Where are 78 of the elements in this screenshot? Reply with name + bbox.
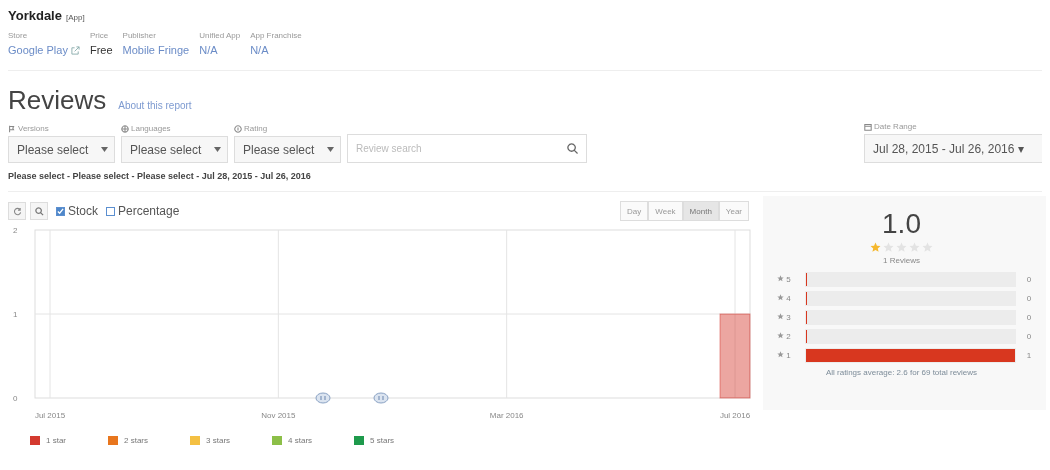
filter-dropdown[interactable]: Please select bbox=[8, 136, 115, 163]
star-icon bbox=[777, 294, 784, 301]
rating-level-label: 3 bbox=[786, 313, 791, 322]
period-tab[interactable]: Month bbox=[682, 201, 719, 221]
checkbox-label: Percentage bbox=[118, 204, 180, 218]
date-range-dropdown[interactable]: Jul 28, 2015 - Jul 26, 2016 ▾ bbox=[864, 134, 1042, 163]
filter-label: Date Range bbox=[874, 122, 917, 131]
about-report-link[interactable]: About this report bbox=[118, 100, 192, 111]
meta-link[interactable]: N/A bbox=[250, 44, 269, 56]
app-title: Yorkdale bbox=[8, 8, 62, 23]
rating-icon bbox=[234, 124, 242, 133]
search-field[interactable]: Review search bbox=[347, 134, 587, 163]
checkbox-label: Stock bbox=[68, 204, 98, 218]
meta-label: Store bbox=[8, 31, 29, 40]
filter-summary: Please select - Please select - Please select - Jul 28, 2015 - Jul 26, 2016 bbox=[8, 171, 1042, 192]
legend-label: 5 stars bbox=[370, 436, 395, 445]
meta-link[interactable]: Google Play bbox=[8, 44, 68, 56]
meta-label: Price bbox=[89, 31, 110, 40]
rating-level-label: 5 bbox=[786, 275, 791, 284]
caret-icon bbox=[101, 147, 108, 152]
filter-label: Languages bbox=[131, 124, 171, 133]
checkbox[interactable] bbox=[106, 206, 115, 216]
rating-count: 0 bbox=[1025, 294, 1033, 303]
versions-icon bbox=[8, 124, 16, 133]
legend-label: 4 stars bbox=[288, 436, 313, 445]
rating-level-label: 1 bbox=[786, 351, 791, 360]
meta-label: Unified App bbox=[199, 31, 241, 40]
y-axis-label: 1 bbox=[13, 310, 18, 319]
y-axis-label: 0 bbox=[13, 394, 18, 403]
caret-icon bbox=[214, 147, 221, 152]
period-tab[interactable]: Day bbox=[620, 201, 649, 221]
meta-link[interactable]: Mobile Fringe bbox=[122, 44, 190, 56]
rating-count: 0 bbox=[1025, 313, 1033, 322]
refresh-icon bbox=[12, 206, 22, 216]
legend-label: 1 star bbox=[46, 436, 66, 445]
review-count: 1 Reviews bbox=[882, 256, 921, 265]
reset-zoom-button[interactable] bbox=[8, 202, 26, 220]
rating-count: 0 bbox=[1025, 275, 1033, 284]
x-axis-label: Jul 2015 bbox=[34, 411, 66, 420]
star-icon bbox=[870, 242, 881, 253]
average-rating: 1.0 bbox=[881, 208, 922, 240]
star-icon bbox=[777, 313, 784, 320]
meta-link[interactable]: N/A bbox=[199, 44, 218, 56]
ratings-average-note: All ratings average: 2.6 for 69 total reviews bbox=[824, 368, 979, 377]
search-icon bbox=[34, 206, 44, 216]
legend-label: 2 stars bbox=[124, 436, 149, 445]
range-handle-icon[interactable] bbox=[315, 392, 331, 404]
checkbox[interactable] bbox=[56, 206, 65, 216]
period-tab[interactable]: Week bbox=[648, 201, 683, 221]
rating-level-label: 4 bbox=[786, 294, 791, 303]
external-link-icon[interactable] bbox=[70, 45, 80, 55]
meta-value: Free bbox=[89, 44, 113, 56]
rating-count: 1 bbox=[1025, 351, 1033, 360]
meta-label: App Franchise bbox=[250, 31, 302, 40]
search-icon[interactable] bbox=[567, 143, 578, 154]
star-icon bbox=[777, 351, 784, 358]
zoom-button[interactable] bbox=[30, 202, 48, 220]
period-tab[interactable]: Year bbox=[718, 201, 749, 221]
app-type-tag: [App] bbox=[65, 13, 85, 22]
x-axis-label: Mar 2016 bbox=[489, 411, 524, 420]
legend-label: 3 stars bbox=[206, 436, 231, 445]
filter-dropdown[interactable]: Please select bbox=[234, 136, 341, 163]
x-axis-label: Jul 2016 bbox=[719, 411, 751, 420]
x-axis-label: Nov 2015 bbox=[261, 411, 296, 420]
y-axis-label: 2 bbox=[13, 226, 18, 235]
languages-icon bbox=[121, 124, 129, 133]
rating-count: 0 bbox=[1025, 332, 1033, 341]
meta-label: Publisher bbox=[122, 31, 157, 40]
filter-label: Versions bbox=[18, 124, 49, 133]
star-icon bbox=[777, 332, 784, 339]
range-handle-icon[interactable] bbox=[373, 392, 389, 404]
calendar-icon bbox=[864, 122, 872, 131]
filter-label: Rating bbox=[244, 124, 268, 133]
rating-level-label: 2 bbox=[786, 332, 791, 341]
page-title: Reviews bbox=[8, 85, 107, 116]
caret-icon bbox=[327, 147, 334, 152]
filter-dropdown[interactable]: Please select bbox=[121, 136, 228, 163]
star-icon bbox=[777, 275, 784, 282]
